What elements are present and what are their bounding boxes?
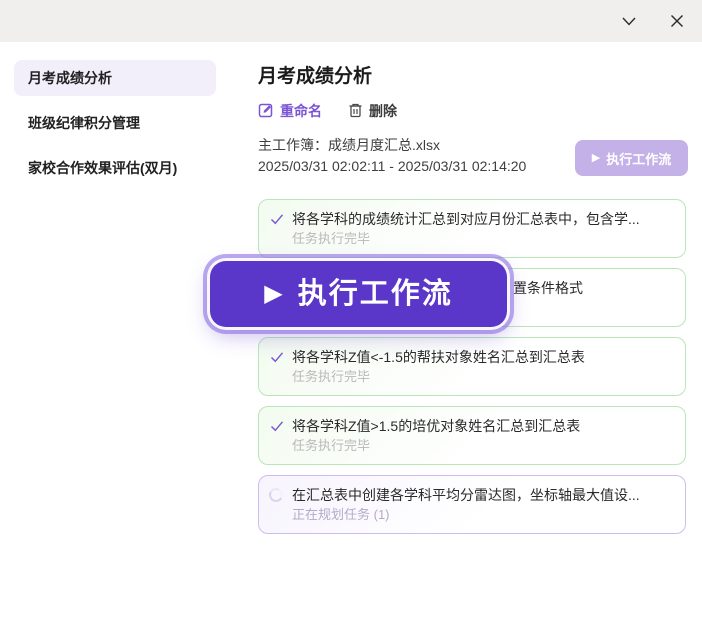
workflow-meta: 主工作簿：成绩月度汇总.xlsx 2025/03/31 02:02:11 - 2… (258, 135, 588, 177)
task-card-4[interactable]: 将各学科Z值>1.5的培优对象姓名汇总到汇总表 任务执行完毕 (258, 406, 686, 465)
sidebar-item-label: 班级纪律积分管理 (28, 113, 140, 133)
task-status: 任务执行完毕 (292, 367, 673, 387)
run-workflow-button[interactable]: ▶ 执行工作流 (575, 140, 688, 176)
edit-square-icon (258, 102, 274, 121)
main-workbook-line: 主工作簿：成绩月度汇总.xlsx (258, 135, 588, 156)
workflow-list-sidebar: 月考成绩分析 班级纪律积分管理 家校合作效果评估(双月) (14, 60, 216, 186)
run-workflow-overlay-label: 执行工作流 (298, 280, 453, 309)
task-title: 将各学科的成绩统计汇总到对应月份汇总表中，包含学... (292, 209, 673, 229)
task-title: 将各学科Z值<-1.5的帮扶对象姓名汇总到汇总表 (292, 347, 673, 367)
spinner-icon (269, 485, 287, 533)
task-title: 将各学科Z值>1.5的培优对象姓名汇总到汇总表 (292, 416, 673, 436)
check-icon (269, 416, 287, 464)
time-range: 2025/03/31 02:02:11 - 2025/03/31 02:14:2… (258, 156, 588, 177)
sidebar-item-monthly-exam-analysis[interactable]: 月考成绩分析 (14, 60, 216, 96)
play-icon: ▶ (264, 282, 282, 306)
sidebar-item-label: 月考成绩分析 (28, 68, 112, 88)
close-button[interactable] (658, 4, 696, 38)
rename-button[interactable]: 重命名 (258, 101, 322, 121)
sidebar-item-home-school-evaluation[interactable]: 家校合作效果评估(双月) (14, 150, 216, 186)
page-title: 月考成绩分析 (258, 64, 686, 90)
titlebar (0, 0, 702, 42)
run-workflow-label: 执行工作流 (606, 149, 671, 168)
task-card-5[interactable]: 在汇总表中创建各学科平均分雷达图，坐标轴最大值设... 正在规划任务 (1) (258, 475, 686, 534)
play-icon: ▶ (592, 153, 600, 164)
minimize-button[interactable] (610, 4, 648, 38)
task-card-3[interactable]: 将各学科Z值<-1.5的帮扶对象姓名汇总到汇总表 任务执行完毕 (258, 337, 686, 396)
sidebar-item-label: 家校合作效果评估(双月) (28, 158, 177, 178)
chevron-down-icon (619, 11, 639, 31)
close-icon (667, 11, 687, 31)
delete-label: 删除 (369, 101, 397, 121)
task-status: 任务执行完毕 (292, 436, 673, 456)
delete-button[interactable]: 删除 (348, 101, 397, 121)
task-list: 将各学科的成绩统计汇总到对应月份汇总表中，包含学... 任务执行完毕 置条件格式… (258, 199, 686, 534)
task-status: 任务执行完毕 (292, 229, 673, 249)
task-title-visible-fragment: 置条件格式 (513, 278, 673, 298)
task-status: 正在规划任务 (1) (292, 505, 673, 525)
sidebar-item-class-discipline-points[interactable]: 班级纪律积分管理 (14, 105, 216, 141)
run-workflow-overlay-button[interactable]: ▶ 执行工作流 (210, 261, 507, 327)
detail-actions-row: 重命名 删除 (258, 101, 686, 121)
check-icon (269, 347, 287, 395)
check-icon (269, 209, 287, 257)
task-title: 在汇总表中创建各学科平均分雷达图，坐标轴最大值设... (292, 485, 673, 505)
rename-label: 重命名 (280, 101, 322, 121)
task-card-1[interactable]: 将各学科的成绩统计汇总到对应月份汇总表中，包含学... 任务执行完毕 (258, 199, 686, 258)
trash-icon (348, 102, 363, 121)
